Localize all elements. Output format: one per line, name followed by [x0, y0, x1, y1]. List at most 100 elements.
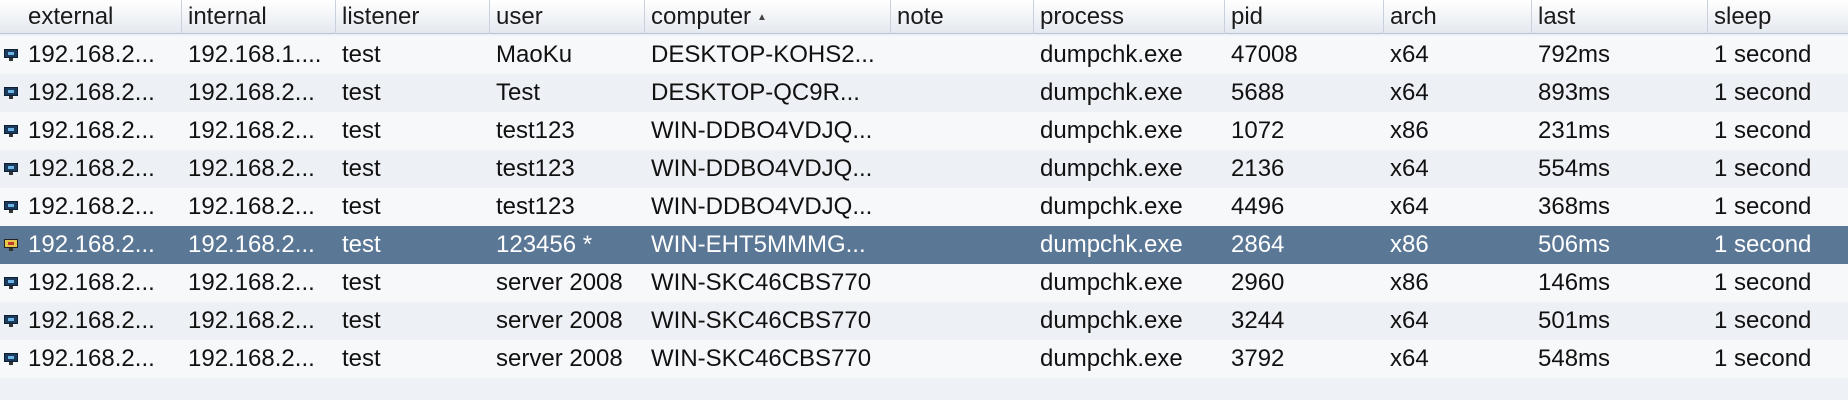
cell-note: [891, 74, 1034, 112]
cell-external: 192.168.2...: [28, 307, 155, 334]
cell-listener: test: [342, 269, 381, 296]
beacon-session-icon: [4, 315, 18, 327]
sessions-table[interactable]: external internal listener user computer…: [0, 0, 1848, 400]
cell-internal: 192.168.2...: [188, 345, 315, 372]
cell-last: 792ms: [1538, 41, 1611, 68]
sort-ascending-icon: ▲: [757, 11, 767, 23]
column-header-label: process: [1040, 3, 1125, 30]
cell-internal: 192.168.1....: [188, 41, 322, 68]
table-row[interactable]: 192.168.2... 192.168.2... test test123 WIN-D…: [0, 188, 1848, 226]
cell-sleep: 1 second: [1714, 41, 1812, 68]
cell-user: test123: [496, 193, 575, 220]
cell-process: dumpchk.exe: [1040, 269, 1183, 296]
cell-user: server 2008: [496, 307, 623, 334]
column-header-last[interactable]: last: [1532, 0, 1708, 34]
column-header-process[interactable]: process: [1034, 0, 1225, 34]
cell-listener: test: [342, 117, 381, 144]
cell-note: [891, 36, 1034, 74]
cell-pid: 3792: [1231, 345, 1285, 372]
cell-internal: 192.168.2...: [188, 79, 315, 106]
cell-arch: x86: [1390, 269, 1429, 296]
cell-computer: WIN-EHT5MMMG...: [651, 231, 866, 258]
cell-listener: test: [342, 193, 381, 220]
cell-user: 123456 *: [496, 231, 593, 258]
cell-arch: x64: [1390, 193, 1429, 220]
column-header-label: listener: [342, 3, 420, 30]
column-header-label: internal: [188, 3, 267, 30]
cell-external: 192.168.2...: [28, 269, 155, 296]
cell-sleep: 1 second: [1714, 345, 1812, 372]
cell-computer: DESKTOP-QC9R...: [651, 79, 860, 106]
beacon-session-icon: [4, 125, 18, 137]
table-row[interactable]: 192.168.2... 192.168.2... test 123456 * WIN-…: [0, 226, 1848, 264]
cell-pid: 3244: [1231, 307, 1285, 334]
cell-listener: test: [342, 41, 381, 68]
cell-user: server 2008: [496, 345, 623, 372]
cell-pid: 4496: [1231, 193, 1285, 220]
cell-external: 192.168.2...: [28, 231, 155, 258]
beacon-session-icon: [4, 239, 18, 251]
cell-note: [891, 188, 1034, 226]
cell-listener: test: [342, 307, 381, 334]
cell-pid: 1072: [1231, 117, 1285, 144]
cell-internal: 192.168.2...: [188, 307, 315, 334]
column-header-note[interactable]: note: [891, 0, 1034, 34]
cell-process: dumpchk.exe: [1040, 79, 1183, 106]
cell-arch: x86: [1390, 117, 1429, 144]
column-header-computer[interactable]: computer ▲: [645, 0, 891, 34]
table-row[interactable]: 192.168.2... 192.168.1.... test MaoKu DESKTO…: [0, 36, 1848, 74]
table-row[interactable]: 192.168.2... 192.168.2... test test123 WIN-D…: [0, 150, 1848, 188]
cell-process: dumpchk.exe: [1040, 345, 1183, 372]
cell-process: dumpchk.exe: [1040, 41, 1183, 68]
table-row[interactable]: 192.168.2... 192.168.2... test test123 WIN-D…: [0, 112, 1848, 150]
column-header-user[interactable]: user: [490, 0, 645, 34]
cell-internal: 192.168.2...: [188, 193, 315, 220]
cell-note: [891, 112, 1034, 150]
cell-external: 192.168.2...: [28, 79, 155, 106]
cell-note: [891, 150, 1034, 188]
cell-external: 192.168.2...: [28, 117, 155, 144]
cell-external: 192.168.2...: [28, 345, 155, 372]
cell-last: 501ms: [1538, 307, 1611, 334]
cell-internal: 192.168.2...: [188, 155, 315, 182]
cell-sleep: 1 second: [1714, 79, 1812, 106]
column-header-label: computer: [651, 3, 752, 30]
cell-note: [891, 264, 1034, 302]
cell-last: 368ms: [1538, 193, 1611, 220]
column-header-pid[interactable]: pid: [1225, 0, 1384, 34]
cell-external: 192.168.2...: [28, 193, 155, 220]
column-header-arch[interactable]: arch: [1384, 0, 1532, 34]
beacon-session-icon: [4, 49, 18, 61]
column-header-sleep[interactable]: sleep: [1708, 0, 1848, 34]
column-header-label: note: [897, 3, 944, 30]
cell-process: dumpchk.exe: [1040, 193, 1183, 220]
cell-computer: WIN-SKC46CBS770: [651, 345, 872, 372]
cell-computer: WIN-SKC46CBS770: [651, 307, 872, 334]
cell-computer: WIN-DDBO4VDJQ...: [651, 117, 873, 144]
cell-listener: test: [342, 79, 381, 106]
cell-user: MaoKu: [496, 41, 573, 68]
table-header: external internal listener user computer…: [0, 0, 1848, 34]
cell-listener: test: [342, 231, 381, 258]
cell-pid: 47008: [1231, 41, 1298, 68]
cell-process: dumpchk.exe: [1040, 117, 1183, 144]
cell-sleep: 1 second: [1714, 193, 1812, 220]
cell-user: test123: [496, 155, 575, 182]
table-row[interactable]: 192.168.2... 192.168.2... test server 2008 W…: [0, 302, 1848, 340]
cell-pid: 2864: [1231, 231, 1285, 258]
cell-arch: x64: [1390, 345, 1429, 372]
table-row[interactable]: 192.168.2... 192.168.2... test server 2008 W…: [0, 264, 1848, 302]
table-row[interactable]: 192.168.2... 192.168.2... test Test DESKTOP-…: [0, 74, 1848, 112]
table-row[interactable]: 192.168.2... 192.168.2... test server 2008 W…: [0, 340, 1848, 378]
cell-external: 192.168.2...: [28, 41, 155, 68]
cell-computer: DESKTOP-KOHS2...: [651, 41, 875, 68]
cell-process: dumpchk.exe: [1040, 307, 1183, 334]
beacon-session-icon: [4, 201, 18, 213]
beacon-session-icon: [4, 87, 18, 99]
column-header-listener[interactable]: listener: [336, 0, 490, 34]
cell-arch: x64: [1390, 41, 1429, 68]
column-header-internal[interactable]: internal: [182, 0, 336, 34]
beacon-session-icon: [4, 353, 18, 365]
column-header-external[interactable]: external: [22, 0, 182, 34]
cell-internal: 192.168.2...: [188, 117, 315, 144]
